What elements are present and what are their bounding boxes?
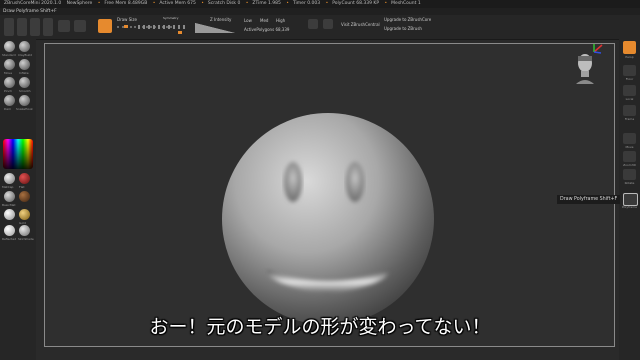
material-matcap-icon[interactable]: [4, 173, 15, 184]
left-item-label: ClayBuild: [18, 53, 33, 57]
material-red-icon[interactable]: [19, 173, 30, 184]
zintensity-label: Z Intensity: [210, 17, 232, 22]
timer: Timer 0.003: [292, 1, 321, 6]
frame-button[interactable]: [623, 105, 636, 116]
free-mem: Free Mem 8.489GB: [104, 1, 148, 6]
left-eye-shape: [284, 162, 302, 202]
texture-icon[interactable]: [43, 18, 53, 36]
ztime: ZTime 1.985: [252, 1, 281, 6]
polyframe-tooltip: Draw Polyframe Shift+F: [557, 195, 621, 204]
left-item-label: Pinch: [4, 89, 13, 93]
color-picker[interactable]: [3, 139, 33, 169]
active-mem: Active Mem 675: [159, 1, 196, 6]
left-item-label: Move: [4, 71, 13, 75]
polypaint-icon[interactable]: [323, 19, 333, 29]
left-item-label: Smooth: [19, 89, 31, 93]
draw-mode-button[interactable]: [98, 19, 112, 33]
right-eye-shape: [346, 162, 364, 202]
video-subtitle: おー！元のモデルの形が変わってない！: [149, 316, 491, 338]
brush-standard-icon[interactable]: [4, 41, 15, 52]
visit-zbrushcentral-link[interactable]: Visit ZBrushCentral: [341, 22, 380, 27]
navigator-head-icon[interactable]: [574, 52, 596, 84]
brush-pinch-icon[interactable]: [4, 77, 15, 88]
material-skin-icon[interactable]: [19, 191, 30, 202]
brush-snakehook-icon[interactable]: [19, 95, 30, 106]
left-item-label: SnakeHook: [16, 107, 33, 111]
sculpt-viewport[interactable]: [45, 44, 614, 346]
left-item-label: Inflate: [19, 71, 29, 75]
zoom3d-button[interactable]: [623, 151, 636, 162]
polycount: PolyCount 68.339 KP: [332, 1, 380, 6]
left-item-label: Reflected: [2, 237, 17, 241]
brush-inflate-icon[interactable]: [19, 59, 30, 70]
symmetry-knob[interactable]: [178, 31, 182, 34]
rotate-button[interactable]: [623, 169, 636, 180]
document-name[interactable]: NewSphere: [67, 1, 93, 6]
zintensity-ramp[interactable]: [195, 23, 235, 33]
brush-icon[interactable]: [4, 18, 14, 36]
axis-gizmo-icon[interactable]: [590, 42, 604, 56]
draw-size-label: Draw Size: [117, 17, 137, 22]
symmetry-label: Symmetry: [163, 16, 179, 20]
right-item-label: Move: [625, 145, 634, 149]
stroke-icon[interactable]: [17, 18, 27, 36]
material-basic-icon[interactable]: [4, 191, 15, 202]
brush-move-icon[interactable]: [4, 59, 15, 70]
top-toolbar: Draw Size Symmetry Z Intensity Low Med H…: [0, 15, 640, 40]
left-item-label: Standard: [2, 53, 16, 57]
right-item-label: Zoom3D: [623, 163, 636, 167]
med-label[interactable]: Med: [260, 18, 268, 23]
document-canvas[interactable]: [44, 43, 615, 347]
draw-size-knob[interactable]: [124, 25, 128, 28]
brush-smooth-icon[interactable]: [19, 77, 30, 88]
right-item-label: Local: [625, 97, 634, 101]
brush-claybuild-icon[interactable]: [19, 41, 30, 52]
scratch-disk: Scratch Disk 0: [207, 1, 241, 6]
move-button[interactable]: [623, 133, 636, 144]
right-item-label: Polyframe: [621, 205, 638, 209]
material-reflected-icon[interactable]: [4, 225, 15, 236]
right-item-label: Floor: [625, 77, 634, 81]
image-icon[interactable]: [308, 19, 318, 29]
right-item-label: Frame: [624, 117, 635, 121]
floor-button[interactable]: [623, 65, 636, 76]
local-button[interactable]: [623, 85, 636, 96]
meshcount: MeshCount 1: [391, 1, 421, 6]
left-item-label: Flat: [19, 185, 25, 189]
left-item-label: Dam: [4, 107, 12, 111]
active-polygons: ActivePolygons 68,339: [244, 27, 290, 32]
right-item-label: Rotate: [624, 181, 635, 185]
title-bar: ZBrushCoreMini 2020.1.0 NewSphere • Free …: [0, 0, 640, 8]
alpha-icon[interactable]: [30, 18, 40, 36]
brush-dam-icon[interactable]: [4, 95, 15, 106]
high-label[interactable]: High: [276, 18, 285, 23]
left-item-label: SkinShade: [18, 237, 34, 241]
left-item-label: BasicMat: [2, 203, 16, 207]
upgrade-zbrush-link[interactable]: Upgrade to ZBrush: [384, 26, 422, 31]
material-skinshade-icon[interactable]: [19, 225, 30, 236]
status-hint: Draw Polyframe Shift+F: [0, 8, 640, 15]
upgrade-core-link[interactable]: Upgrade to ZBrushCore: [384, 17, 431, 22]
right-item-label: Persp: [625, 55, 634, 59]
persp-button[interactable]: [623, 41, 636, 54]
left-item-label: MatCap: [2, 185, 14, 189]
low-label[interactable]: Low: [244, 18, 252, 23]
move-mode-button[interactable]: [74, 20, 86, 32]
app-name: ZBrushCoreMini 2020.1.0: [4, 1, 62, 6]
material-gold-icon[interactable]: [19, 209, 30, 220]
edit-button[interactable]: [58, 20, 70, 32]
material-white-icon[interactable]: [4, 209, 15, 220]
symmetry-dots[interactable]: [138, 25, 188, 29]
